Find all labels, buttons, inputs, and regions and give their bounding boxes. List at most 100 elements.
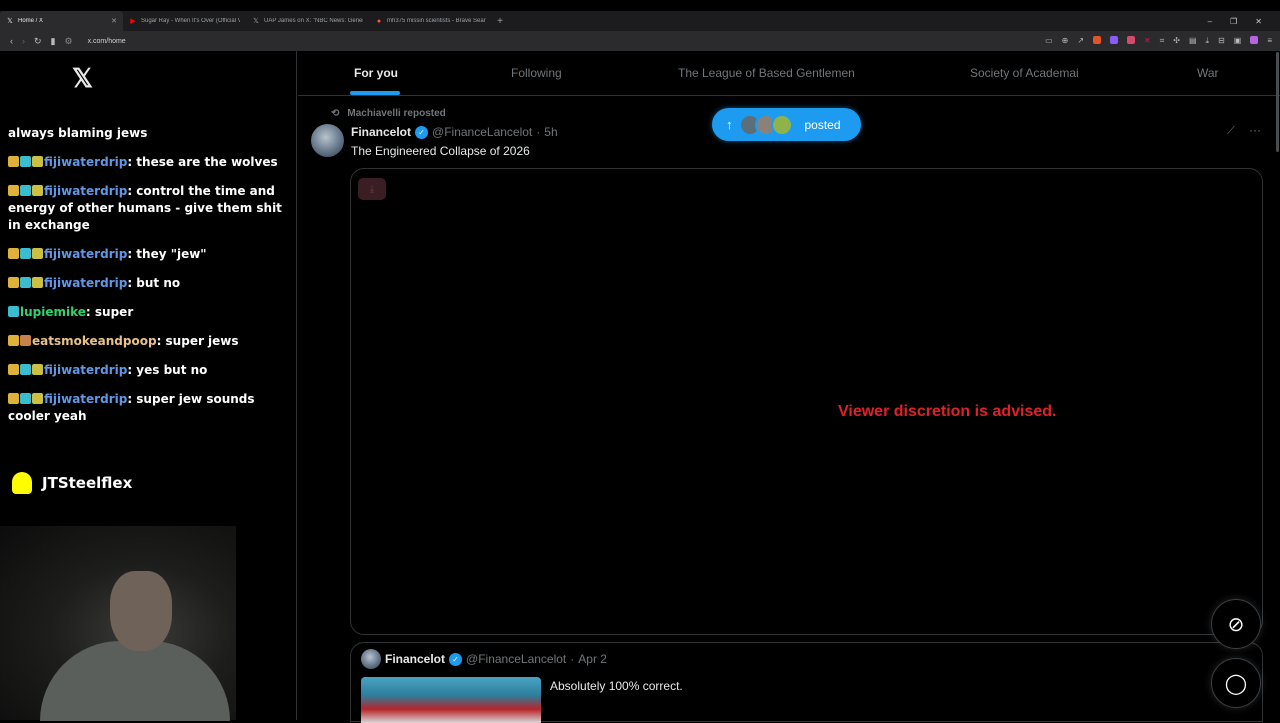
toolbar-tools: ▭ ⊕ ↗ ✕ ⌗ ✣ ▤ ⤓ ⊟ ▣ ≡ [1045,36,1280,46]
chat-badge-icon [8,364,19,375]
window-controls: – ❐ ✕ [1208,17,1280,26]
tab-title: UAP James on X: "NBC News: Gener [264,18,363,24]
close-window-icon[interactable]: ✕ [1255,17,1262,26]
leo-icon[interactable] [1250,36,1259,44]
x-logo-icon[interactable]: 𝕏 [72,63,93,94]
share-icon[interactable]: ↗ [1077,36,1084,46]
repost-label[interactable]: Machiavelli reposted [347,108,445,119]
author-handle[interactable]: @FinanceLancelot [432,125,532,139]
chat-username: fijiwaterdrip [44,155,128,169]
chat-badge-icon [32,156,43,167]
chat-username: fijiwaterdrip [44,392,128,406]
menu-icon[interactable]: ≡ [1267,36,1272,46]
main-feed: For you Following The League of Based Ge… [298,51,1280,723]
repost-icon: ⟲ [331,108,340,119]
chat-username: fijiwaterdrip [44,247,128,261]
active-tab-indicator [350,91,400,95]
author-name[interactable]: Financelot [351,125,411,139]
author-avatar[interactable] [311,124,344,157]
x-logo-icon: 𝕏 [253,18,259,25]
chat-badge-icon [8,185,19,196]
youtube-icon: ▶ [130,18,136,25]
download-icon[interactable]: ⤓ [1206,36,1210,46]
puzzle-icon[interactable]: ✣ [1173,36,1180,46]
quote-author-line: Financelot ✓ @FinanceLancelot · Apr 2 [385,652,607,666]
tab-society-of-academai[interactable]: Society of Academai [970,66,1079,80]
chat-badge-icon [20,277,31,288]
address-bar[interactable]: x.com/home [88,38,126,45]
viewer-discretion-warning: Viewer discretion is advised. [838,403,1057,420]
more-options-icon[interactable]: ··· [1249,123,1261,137]
tab-following[interactable]: Following [511,66,562,80]
tab-war[interactable]: War [1197,66,1219,80]
chat-badge-icon [20,335,31,346]
site-info-icon[interactable]: ⚙ [65,36,73,47]
minimize-icon[interactable]: – [1208,17,1212,26]
tab-for-you[interactable]: For you [354,66,398,80]
chat-text: always blaming jews [8,126,148,140]
extension-icon[interactable]: ⌗ [1160,36,1165,46]
post-time[interactable]: 5h [544,125,557,139]
forward-icon[interactable]: › [22,36,25,46]
quoted-post[interactable]: Financelot ✓ @FinanceLancelot · Apr 2 Ab… [350,642,1263,723]
chat-badge-icon [20,248,31,259]
zoom-icon[interactable]: ⊕ [1062,36,1069,46]
sidebar-icon[interactable]: ▤ [1189,36,1197,46]
messages-fab-button[interactable]: ◯ [1211,658,1261,708]
browser-toolbar: ‹ › ↻ ▮ ⚙ x.com/home ▭ ⊕ ↗ ✕ ⌗ ✣ ▤ ⤓ ⊟ ▣… [0,31,1280,51]
chat-badge-icon [20,185,31,196]
new-posts-pill[interactable]: ↑ posted [712,108,861,141]
bookmarks-icon[interactable]: ⊟ [1218,36,1225,46]
extension-x-icon[interactable]: ✕ [1144,36,1151,46]
extension-icon[interactable] [1127,36,1136,44]
repost-header: ⟲ Machiavelli reposted [331,108,446,119]
post-media[interactable]: ⤓ Viewer discretion is advised. [350,168,1263,635]
webcam-person-head [110,571,172,651]
browser-tab-bar: 𝕏 Home / X ✕ ▶ Sugar Ray - When It's Ove… [0,11,1280,31]
browser-tab-search[interactable]: ● mh375 missin scientists - Brave Searc [369,11,492,31]
verified-badge-icon: ✓ [449,652,463,666]
quote-text: Absolutely 100% correct. [550,679,683,693]
chat-username: lupiemike [20,305,86,319]
quote-thumbnail [361,677,541,723]
snapchat-username: JTSteelflex [42,474,133,492]
brave-shield-icon[interactable] [1093,36,1102,44]
chat-message: fijiwaterdrip: yes but no [8,362,288,379]
posted-label: posted [804,117,841,132]
chat-text: : they "jew" [127,247,207,261]
chat-badge-icon [20,364,31,375]
chat-text: : super jews [156,334,239,348]
chat-text: : these are the wolves [127,155,278,169]
reload-icon[interactable]: ↻ [34,36,42,47]
snapchat-ghost-icon [12,472,32,494]
chat-username: fijiwaterdrip [44,184,128,198]
brave-search-icon: ● [376,17,382,25]
bookmark-icon[interactable]: ▮ [51,36,56,47]
chat-badge-icon [32,185,43,196]
wallet-icon[interactable]: ▣ [1234,36,1242,46]
tab-league-of-based-gentlemen[interactable]: The League of Based Gentlemen [678,66,855,80]
chat-badge-icon [8,335,19,346]
screen-icon[interactable]: ▭ [1045,36,1053,46]
poster-avatars [738,113,793,136]
browser-tab-home[interactable]: 𝕏 Home / X ✕ [0,11,123,31]
extension-icon[interactable] [1110,36,1119,44]
grok-icon[interactable]: ⟋ [1227,125,1235,138]
download-icon[interactable]: ⤓ [358,178,386,200]
chat-badge-icon [8,248,19,259]
chat-badge-icon [32,248,43,259]
restore-icon[interactable]: ❐ [1230,17,1237,26]
chat-username: fijiwaterdrip [44,276,128,290]
scrollbar[interactable] [1276,52,1279,152]
back-icon[interactable]: ‹ [10,36,13,46]
browser-tab-uap[interactable]: 𝕏 UAP James on X: "NBC News: Gener [246,11,369,31]
post-author-line: Financelot ✓ @FinanceLancelot · 5h [351,125,558,139]
chat-badge-icon [20,393,31,404]
grok-fab-button[interactable]: ⊘ [1211,599,1261,649]
new-tab-button[interactable]: + [492,16,508,27]
chat-text: : yes but no [127,363,208,377]
browser-tab-youtube[interactable]: ▶ Sugar Ray - When It's Over (Official V [123,11,246,31]
tab-title: mh375 missin scientists - Brave Searc [387,18,486,24]
close-tab-icon[interactable]: ✕ [111,17,117,25]
chat-username: eatsmokeandpoop [32,334,157,348]
